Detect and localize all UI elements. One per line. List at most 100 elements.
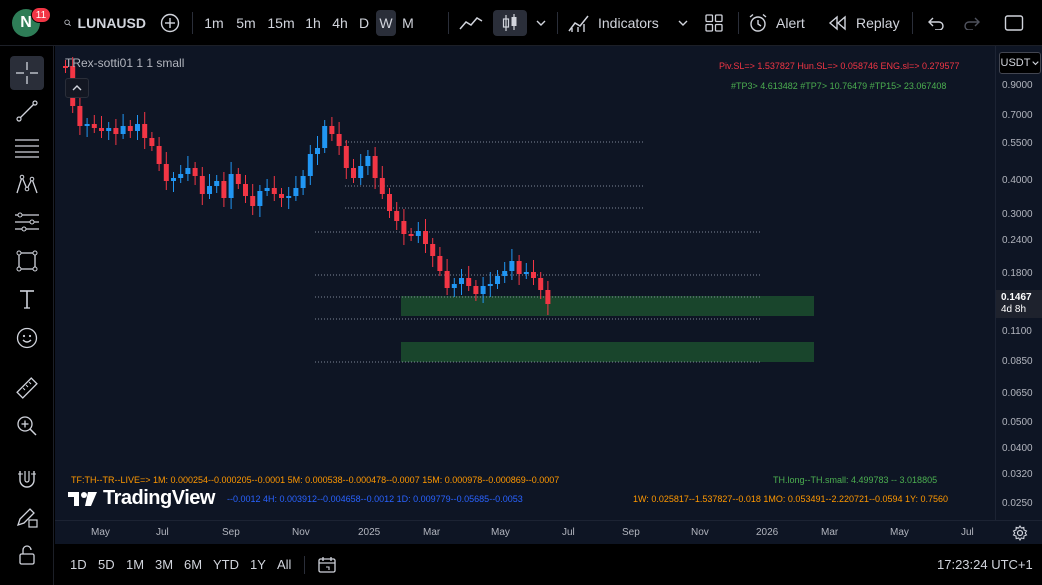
interval-4h[interactable]: 4h [328,10,352,36]
interval-15m[interactable]: 15m [264,10,298,36]
magnet-tool[interactable] [10,463,44,497]
candle-body [487,284,493,286]
chart-type-dropdown[interactable] [531,10,551,36]
candle-body [401,221,407,234]
candle-body [372,156,378,178]
price-axis[interactable]: USDT 0.9000 0.7000 0.5500 0.4000 0.3000 … [995,46,1042,520]
price-tick: 0.0500 [1002,417,1033,428]
clock-timezone[interactable]: 17:23:24 UTC+1 [937,557,1033,572]
range-3m[interactable]: 3M [155,557,173,572]
interval-d[interactable]: D [354,10,374,36]
goto-date-button[interactable] [317,555,337,580]
price-tick: 0.0400 [1002,443,1033,454]
candle-body [228,174,234,198]
toolbar-divider [448,12,449,34]
candlestick-button[interactable] [493,10,527,36]
candle-body [531,272,536,278]
range-ytd[interactable]: YTD [213,557,239,572]
avatar-letter: N [20,14,32,31]
crosshair-tool[interactable] [10,56,44,90]
threshold-annotation: TH.long--TH.small: 4.499783 -- 3.018805 [773,475,937,485]
indicators-button[interactable]: Indicators [568,10,668,36]
interval-w[interactable]: W [376,10,396,36]
redo-button[interactable] [958,10,986,36]
currency-selector[interactable]: USDT [999,52,1041,74]
candle-body [120,126,126,134]
range-5d[interactable]: 5D [98,557,115,572]
candle-body [545,290,551,304]
chevron-down-icon [536,20,546,26]
candle-body [502,271,508,276]
range-6m[interactable]: 6M [184,557,202,572]
price-tick: 0.2400 [1002,235,1033,246]
grid-icon [705,14,723,32]
undo-icon [928,17,944,30]
top-toolbar: N 11 LUNAUSD 1m 5m 15m 1h 4h D W M Indic… [0,0,1042,46]
candle-body [106,128,112,131]
layouts-button[interactable] [700,10,728,36]
range-1m[interactable]: 1M [126,557,144,572]
alert-button[interactable]: Alert [748,10,814,36]
chart-settings-button[interactable] [1010,524,1030,542]
fib-retracement-tool[interactable] [10,131,44,165]
candle-body [394,211,400,221]
time-tick: 2026 [756,527,779,538]
tradingview-logo[interactable]: TradingView [67,487,215,510]
indicators-label: Indicators [598,15,659,31]
range-1d[interactable]: 1D [70,557,87,572]
live-timeframe-annotation: TF:TH--TR--LIVE=> 1M: 0.000254--0.000205… [71,475,559,485]
horizontal-lines-icon [15,139,39,158]
lock-icon [19,545,35,565]
price-tick: 0.0320 [1002,469,1033,480]
chart-pane[interactable]: TRex-sotti01 1 1 small Piv.SL=> 1.537827… [55,46,995,520]
range-1y[interactable]: 1Y [250,557,266,572]
candle-body [430,244,436,256]
text-tool[interactable] [10,282,44,316]
ruler-icon [16,377,38,399]
trend-line-tool[interactable] [10,94,44,128]
candle-body [351,168,356,178]
fullscreen-button[interactable] [1000,10,1028,36]
lock-tool[interactable] [10,538,44,572]
interval-1m[interactable]: 1m [200,10,228,36]
pattern-tool[interactable] [10,168,44,202]
drawing-mode-tool[interactable] [10,500,44,534]
time-tick: Nov [292,527,310,538]
zoom-tool[interactable] [10,409,44,443]
compare-symbol-button[interactable] [156,10,184,36]
line-chart-button[interactable] [456,10,486,36]
calendar-icon [318,557,336,573]
replay-button[interactable]: Replay [828,10,904,36]
plus-circle-icon [160,13,180,33]
candle-body [315,148,320,154]
price-tick: 0.4000 [1002,175,1033,186]
pivot-stoploss-annotation: Piv.SL=> 1.537827 Hun.SL=> 0.058746 ENG.… [719,61,960,71]
time-tick: Sep [222,527,240,538]
notification-count: 11 [35,9,47,21]
time-tick: Mar [821,527,839,538]
interval-5m[interactable]: 5m [231,10,261,36]
indicators-dropdown[interactable] [674,10,692,36]
bar-countdown: 4d 8h [1001,304,1027,315]
symbol-search[interactable]: LUNAUSD [60,10,146,36]
measure-tool[interactable] [10,371,44,405]
shapes-tool[interactable] [10,244,44,278]
collapse-legend-button[interactable] [65,78,89,98]
undo-button[interactable] [922,10,950,36]
candle-body [473,286,479,294]
range-all[interactable]: All [277,557,291,572]
time-tick: Sep [622,527,640,538]
time-axis[interactable]: May Jul Sep Nov 2025 Mar May Jul Sep Nov… [55,520,1042,544]
forecasting-tool[interactable] [10,205,44,239]
interval-label: 5m [236,15,256,31]
candlestick-icon [502,14,517,31]
indicators-icon [568,15,589,32]
candle-body [99,128,104,131]
alert-label: Alert [776,15,805,31]
candle-body [77,106,83,126]
interval-m[interactable]: M [398,10,418,36]
notification-badge: 11 [31,7,51,23]
interval-1h[interactable]: 1h [301,10,325,36]
rewind-icon [828,15,846,31]
icons-tool[interactable] [10,321,44,355]
